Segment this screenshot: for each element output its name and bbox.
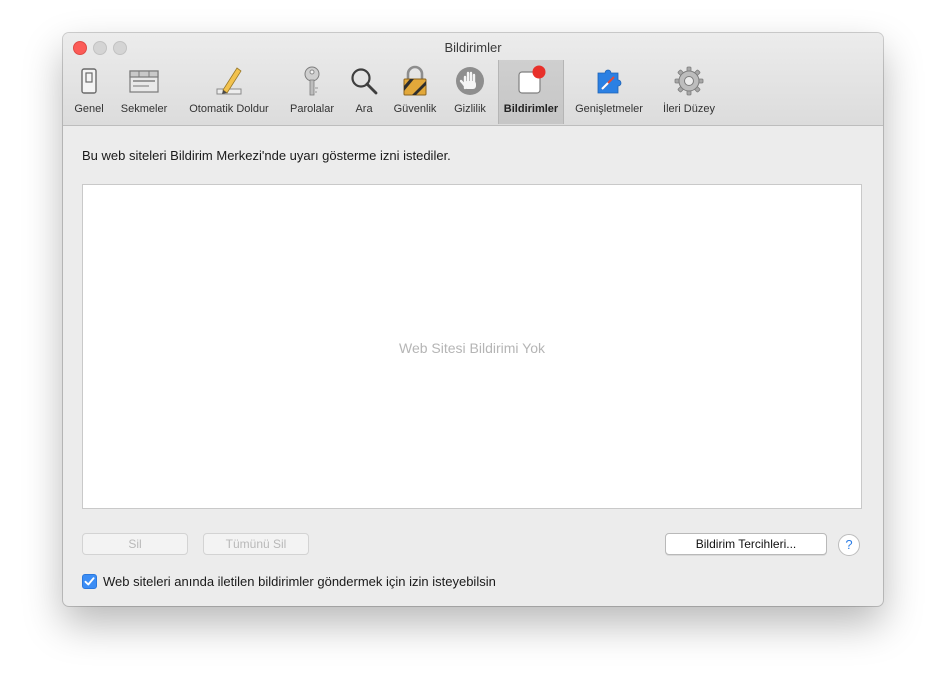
window-title: Bildirimler xyxy=(444,40,502,55)
tab-label: Sekmeler xyxy=(120,103,168,115)
tab-label: Genişletmeler xyxy=(575,103,643,115)
preferences-toolbar: Genel Sekmeler Otomatik Doldur Parolalar… xyxy=(63,60,883,124)
allow-permission-row: Web siteleri anında iletilen bildirimler… xyxy=(82,574,496,589)
tab-label: İleri Düzey xyxy=(663,103,715,115)
hand-icon xyxy=(456,67,484,95)
tab-advanced[interactable]: İleri Düzey xyxy=(656,60,722,124)
tab-passwords[interactable]: Parolalar xyxy=(283,60,341,124)
key-icon xyxy=(304,66,320,96)
tab-label: Gizlilik xyxy=(454,103,486,115)
help-button[interactable]: ? xyxy=(838,534,860,556)
remove-button[interactable]: Sil xyxy=(82,533,188,555)
tab-label: Güvenlik xyxy=(393,103,437,115)
title-bar: Bildirimler Genel Sekmeler Otomatik Dold… xyxy=(63,33,883,126)
tab-label: Bildirimler xyxy=(503,103,559,115)
tab-privacy[interactable]: Gizlilik xyxy=(447,60,493,124)
permission-description: Bu web siteleri Bildirim Merkezi'nde uya… xyxy=(82,148,451,163)
tab-autofill[interactable]: Otomatik Doldur xyxy=(179,60,279,124)
tab-tabs[interactable]: Sekmeler xyxy=(115,60,173,124)
tab-search[interactable]: Ara xyxy=(345,60,383,124)
gear-icon xyxy=(674,66,704,96)
tab-general[interactable]: Genel xyxy=(69,60,109,124)
tab-label: Ara xyxy=(355,103,373,115)
checkmark-icon xyxy=(84,577,95,586)
tab-extensions[interactable]: Genişletmeler xyxy=(566,60,652,124)
tab-label: Parolalar xyxy=(289,103,335,115)
puzzle-piece-icon xyxy=(597,69,622,94)
website-notifications-list[interactable]: Web Sitesi Bildirimi Yok xyxy=(82,184,862,509)
tabs-icon xyxy=(129,70,159,93)
general-switch-icon xyxy=(81,68,97,94)
tab-security[interactable]: Güvenlik xyxy=(389,60,441,124)
magnifier-icon xyxy=(351,68,378,95)
pencil-icon xyxy=(216,67,242,95)
allow-permission-checkbox[interactable] xyxy=(82,574,97,589)
tab-notifications[interactable]: Bildirimler xyxy=(498,60,564,124)
empty-list-message: Web Sitesi Bildirimi Yok xyxy=(398,340,546,356)
notification-preferences-button[interactable]: Bildirim Tercihleri... xyxy=(665,533,827,555)
tab-label: Otomatik Doldur xyxy=(189,103,269,115)
notification-icon xyxy=(518,65,546,94)
remove-all-button[interactable]: Tümünü Sil xyxy=(203,533,309,555)
preferences-window: Bildirimler Genel Sekmeler Otomatik Dold… xyxy=(63,33,883,606)
allow-permission-label: Web siteleri anında iletilen bildirimler… xyxy=(103,574,496,589)
tab-label: Genel xyxy=(74,103,104,115)
padlock-icon xyxy=(403,65,427,96)
